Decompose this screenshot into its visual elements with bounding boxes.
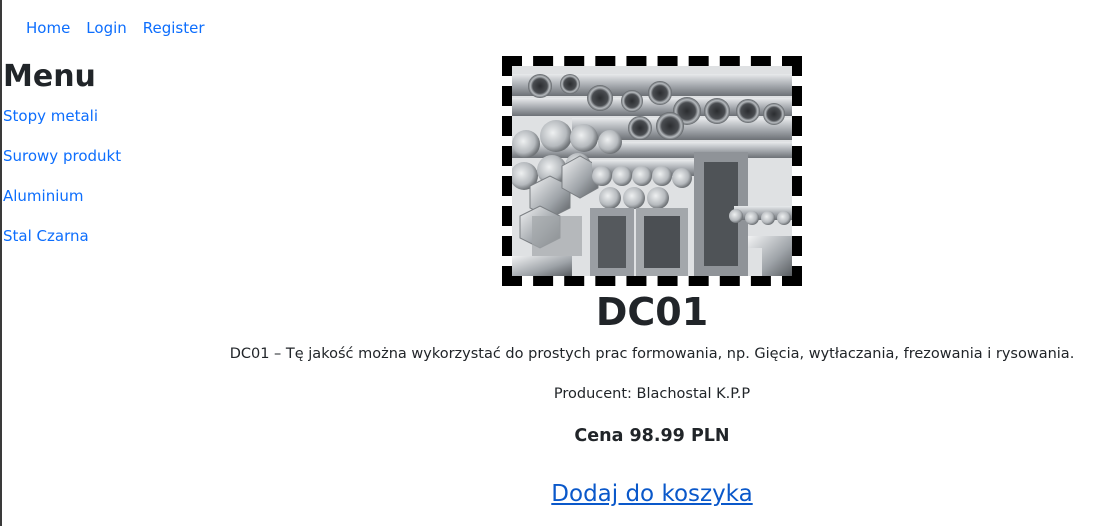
sidebar-menu: Stopy metali Surowy produkt Aluminium St… [3, 96, 203, 256]
product-image [512, 66, 792, 276]
product-producer: Producent: Blachostal K.P.P [553, 386, 751, 402]
product-price: Cena 98.99 PLN [574, 426, 730, 446]
sidebar-item-stal-czarna[interactable]: Stal Czarna [3, 227, 89, 245]
sidebar-item: Stopy metali [3, 96, 203, 136]
sidebar-item: Stal Czarna [3, 216, 203, 256]
window-left-border [0, 0, 2, 526]
sidebar-item: Aluminium [3, 176, 203, 216]
sidebar-item-surowy-produkt[interactable]: Surowy produkt [3, 147, 121, 165]
sidebar-item: Surowy produkt [3, 136, 203, 176]
nav-register-link[interactable]: Register [135, 18, 213, 38]
nav-home-link[interactable]: Home [18, 18, 78, 38]
add-to-cart-container: Dodaj do koszyka [200, 478, 1100, 510]
top-nav: Home Login Register [18, 18, 213, 38]
product-image-frame [502, 56, 802, 286]
page: Home Login Register Menu Stopy metali Su… [0, 0, 1100, 526]
sidebar-title: Menu [3, 59, 96, 94]
sidebar-item-aluminium[interactable]: Aluminium [3, 187, 84, 205]
sidebar-item-stopy-metali[interactable]: Stopy metali [3, 107, 98, 125]
product-description: DC01 – Tę jakość można wykorzystać do pr… [229, 346, 1075, 362]
add-to-cart-link[interactable]: Dodaj do koszyka [551, 481, 752, 507]
product-title: DC01 [595, 290, 709, 334]
sidebar: Menu Stopy metali Surowy produkt Alumini… [3, 58, 203, 256]
nav-login-link[interactable]: Login [78, 18, 134, 38]
